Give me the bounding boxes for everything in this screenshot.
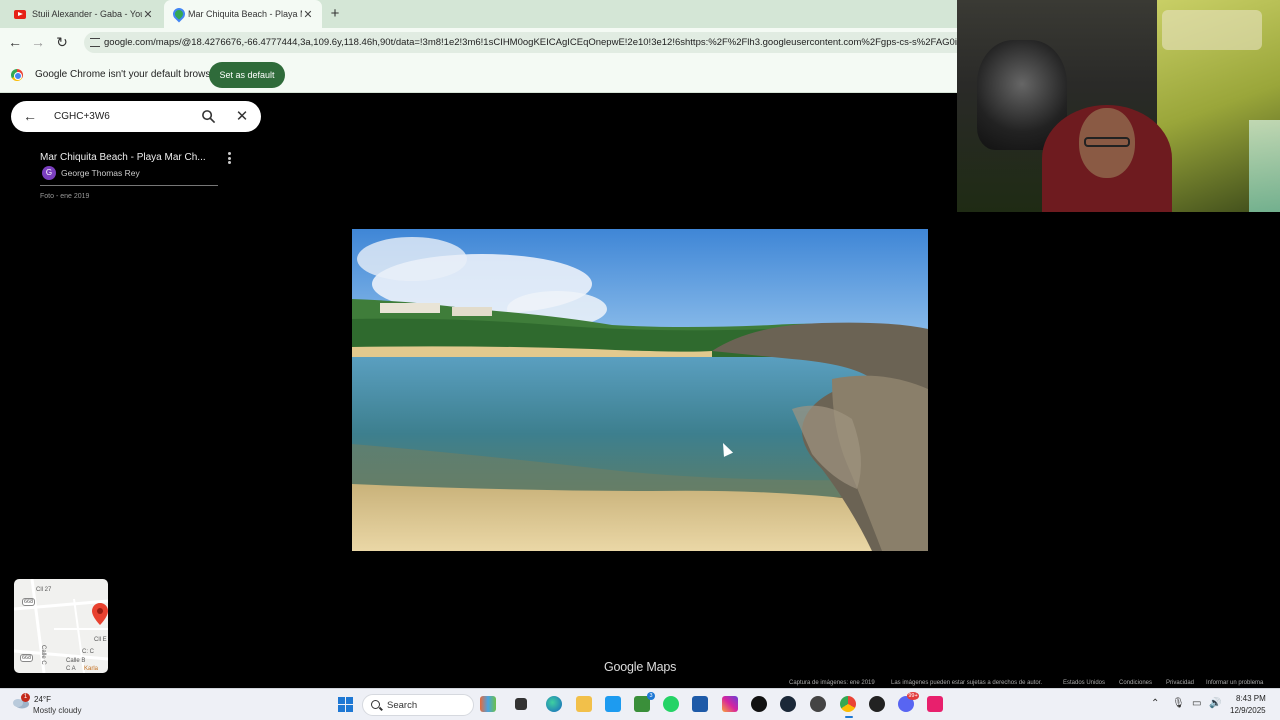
network-icon[interactable]: ▭ xyxy=(1192,698,1201,709)
search-icon[interactable] xyxy=(201,109,216,124)
file-explorer-icon[interactable] xyxy=(576,696,592,712)
minimap-street-label: Calle B xyxy=(66,658,86,664)
chrome-icon xyxy=(11,69,23,81)
tab-maps[interactable]: Mar Chiquita Beach - Playa Mar Chiquita … xyxy=(164,0,322,28)
webcam-light xyxy=(1249,120,1280,212)
minimap[interactable]: Cll 27 668 668 Cll E C: C Calle B C A Ca… xyxy=(14,579,108,673)
site-info-icon[interactable] xyxy=(90,38,100,47)
app-icon[interactable] xyxy=(869,696,885,712)
notification-badge: 3 xyxy=(647,692,655,700)
discord-icon[interactable]: 99+ xyxy=(898,692,919,712)
terms-link[interactable]: Condiciones xyxy=(1119,680,1152,686)
reload-button[interactable]: ↻ xyxy=(54,34,70,50)
country-link[interactable]: Estados Unidos xyxy=(1063,680,1105,686)
screen: Stuii Alexander - Gaba - YouTube ✕ Mar C… xyxy=(0,0,1280,720)
minimap-street-label: Cll E xyxy=(94,637,107,643)
address-bar-row: ← → ↻ google.com/maps/@18.4276676,-66.47… xyxy=(0,28,957,57)
place-title[interactable]: Mar Chiquita Beach - Playa Mar Ch... xyxy=(40,152,206,163)
minimap-street-label: Cll 27 xyxy=(36,587,52,593)
url-text: google.com/maps/@18.4276676,-66.4777444,… xyxy=(104,37,957,48)
infobar-message: Google Chrome isn't your default browser xyxy=(35,69,220,80)
minimap-street-label: Calle C xyxy=(40,645,46,665)
privacy-link[interactable]: Privacidad xyxy=(1166,680,1194,686)
close-tab-icon[interactable]: ✕ xyxy=(142,8,154,21)
url-field[interactable]: google.com/maps/@18.4276676,-66.4777444,… xyxy=(84,32,957,53)
clock-time[interactable]: 8:43 PM xyxy=(1236,694,1266,703)
set-as-default-button[interactable]: Set as default xyxy=(209,62,285,88)
notification-badge: 99+ xyxy=(907,692,919,700)
close-tab-icon[interactable]: ✕ xyxy=(302,8,314,21)
chevron-up-icon[interactable]: ⌃ xyxy=(1151,698,1159,709)
widgets-icon[interactable] xyxy=(480,696,496,712)
chrome-icon[interactable] xyxy=(840,696,856,712)
taskbar-search-label: Search xyxy=(387,700,418,711)
tab-title: Stuii Alexander - Gaba - YouTube xyxy=(32,9,142,19)
route-shield: 668 xyxy=(22,598,36,606)
task-view-icon[interactable] xyxy=(515,698,527,710)
volume-icon[interactable]: 🔊 xyxy=(1209,698,1221,709)
active-app-indicator xyxy=(845,716,853,718)
clock-date[interactable]: 12/9/2025 xyxy=(1230,706,1266,715)
teams-icon[interactable]: 3 xyxy=(634,692,655,712)
steam-icon[interactable] xyxy=(780,696,796,712)
windows-taskbar: 1 24°F Mostly cloudy Search 3 99+ ⌃ � xyxy=(0,688,1280,720)
minimap-place-label: Karla xyxy=(84,666,99,672)
webcam-overlay xyxy=(957,0,1280,212)
beach-photo-image xyxy=(352,229,928,551)
instagram-icon[interactable] xyxy=(722,696,738,712)
maps-search-box[interactable]: ← CGHC+3W6 ✕ xyxy=(11,101,261,132)
weather-temperature: 24°F xyxy=(34,695,51,704)
obs-icon[interactable] xyxy=(810,696,826,712)
tab-youtube[interactable]: Stuii Alexander - Gaba - YouTube ✕ xyxy=(6,0,162,28)
copyright-notice: Las imágenes pueden estar sujetas a dere… xyxy=(891,680,1043,686)
route-shield: 668 xyxy=(20,654,34,662)
author-name[interactable]: George Thomas Rey xyxy=(61,168,140,178)
minimap-street-label: C: C xyxy=(82,649,94,655)
map-pin-icon[interactable] xyxy=(92,603,108,625)
more-options-icon[interactable] xyxy=(228,152,232,164)
google-maps-logo: Google Maps xyxy=(604,660,677,674)
minimap-street-label: C A xyxy=(66,666,76,672)
search-input[interactable]: CGHC+3W6 xyxy=(54,111,110,122)
google-maps-icon xyxy=(172,8,182,20)
tiktok-icon[interactable] xyxy=(751,696,767,712)
twitter-icon[interactable] xyxy=(605,696,621,712)
search-icon xyxy=(371,700,380,709)
back-button[interactable]: ← xyxy=(7,34,23,50)
report-problem-link[interactable]: Informar un problema xyxy=(1206,680,1263,686)
whatsapp-icon[interactable] xyxy=(663,696,679,712)
edge-icon[interactable] xyxy=(546,696,562,712)
default-browser-infobar: Google Chrome isn't your default browser… xyxy=(0,57,957,93)
tiktok-live-icon[interactable] xyxy=(927,696,943,712)
store-icon[interactable] xyxy=(692,696,708,712)
new-tab-button[interactable]: + xyxy=(328,5,342,22)
tab-title: Mar Chiquita Beach - Playa Mar Chiquita xyxy=(188,9,302,19)
back-arrow-icon[interactable]: ← xyxy=(23,108,37,124)
avatar[interactable]: G xyxy=(42,166,56,180)
webcam-graffiti xyxy=(1162,10,1262,50)
photo-date: Foto - ene 2019 xyxy=(40,193,90,200)
forward-button[interactable]: → xyxy=(30,34,46,50)
weather-description: Mostly cloudy xyxy=(33,706,82,715)
browser-tab-bar: Stuii Alexander - Gaba - YouTube ✕ Mar C… xyxy=(0,0,957,28)
imagery-date: Captura de imágenes: ene 2019 xyxy=(789,680,875,686)
youtube-icon xyxy=(14,9,26,19)
beach-photo[interactable] xyxy=(352,229,928,551)
notification-badge: 1 xyxy=(21,693,30,702)
taskbar-search[interactable]: Search xyxy=(362,694,474,716)
close-icon[interactable]: ✕ xyxy=(235,107,249,125)
divider xyxy=(40,185,218,186)
start-button[interactable] xyxy=(338,697,353,712)
webcam-glasses xyxy=(1084,137,1130,147)
microphone-icon[interactable]: 🎙 xyxy=(1172,698,1185,709)
